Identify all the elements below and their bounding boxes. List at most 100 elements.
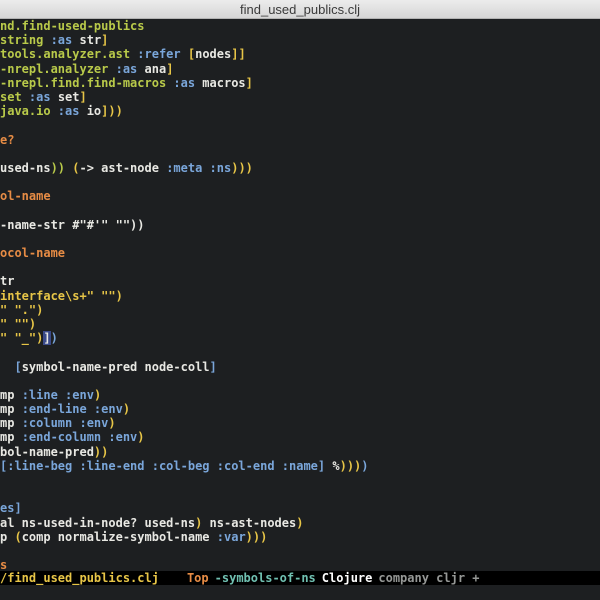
minibuffer[interactable] (0, 585, 600, 600)
code-line: " "_")]) (0, 331, 600, 346)
code-editor[interactable]: nd.find-used-publics string :as str] tools… (0, 19, 600, 571)
code-token: ) (108, 416, 116, 431)
code-token: tools.analyzer.ast (0, 47, 138, 62)
code-token: :refer (137, 47, 181, 62)
code-token: )) (50, 160, 66, 175)
code-token: str (72, 33, 102, 48)
code-token: nodes (195, 47, 232, 62)
code-line: interface\s+" "") (0, 289, 600, 303)
code-line: mp :end-line :env) (0, 402, 600, 416)
code-token: :as (57, 104, 80, 119)
code-line: e? (0, 133, 600, 147)
code-token: :line :env (21, 387, 94, 402)
code-line: [:line-beg :line-end :col-beg :col-end :… (0, 459, 600, 473)
code-token: mp (0, 430, 22, 445)
code-token: ) (361, 458, 369, 473)
code-token: -name-str #"#'" "")) (0, 217, 145, 232)
code-token: ] (209, 359, 217, 374)
code-token: ) (296, 515, 304, 530)
window-title: find_used_publics.clj (240, 1, 360, 17)
modeline-major-mode[interactable]: Clojure (322, 571, 373, 585)
code-line: -nrepl.find.find-macros :as macros] (0, 76, 600, 90)
code-token: set (0, 89, 29, 104)
code-token: :end-column :env (21, 430, 138, 445)
code-line: mp :column :env) (0, 416, 600, 430)
code-token: :as (173, 75, 196, 90)
code-token: mp (0, 387, 22, 402)
modeline-minor-modes[interactable]: company cljr + (378, 571, 479, 585)
code-token: ) (50, 331, 58, 346)
code-token: % (332, 458, 340, 473)
code-token: ] (79, 89, 87, 104)
code-line: es] (0, 501, 600, 515)
code-token: :as (50, 33, 73, 48)
code-token: ) (122, 402, 131, 417)
code-token: mp (0, 402, 22, 417)
code-token: " ".") (0, 302, 44, 317)
code-line: tools.analyzer.ast :refer [nodes]] (0, 47, 600, 61)
code-token: ] (317, 458, 333, 473)
code-token: string (0, 33, 51, 48)
code-line: [symbol-name-pred node-coll] (0, 360, 600, 374)
code-token: :as (28, 89, 51, 104)
code-token: ) (137, 430, 145, 445)
code-line: mp :line :env) (0, 388, 600, 402)
code-token: al ns-used-in-node? used-ns (0, 515, 196, 530)
code-line: ol-name (0, 189, 600, 203)
code-token: -nrepl.analyzer (0, 61, 116, 76)
code-token: ))) (245, 529, 268, 544)
code-line: java.io :as io])) (0, 104, 600, 118)
code-token: ocol-name (0, 246, 66, 260)
code-token: )) (93, 444, 109, 459)
modeline-function: -symbols-of-ns (214, 571, 316, 585)
code-token: comp normalize-symbol-name (21, 529, 217, 544)
code-line: string :as str] (0, 33, 600, 47)
code-token: mp (0, 416, 22, 431)
code-token: ]] (231, 47, 246, 62)
code-token: es] (0, 501, 22, 516)
code-line: s (0, 558, 600, 571)
code-token: ] (245, 75, 253, 90)
code-token: :line-beg :line-end :col-beg :col-end :n… (7, 458, 318, 473)
code-token: ( (14, 529, 22, 544)
code-line: set :as set] (0, 90, 600, 104)
code-line: " ".") (0, 303, 600, 317)
mode-line: /find_used_publics.clj Top -symbols-of-n… (0, 571, 600, 585)
code-line: used-ns)) (-> ast-node :meta :ns))) (0, 161, 600, 175)
code-token: -> ast-node (79, 160, 167, 175)
code-token: [ (180, 47, 196, 62)
code-token: :as (115, 61, 138, 76)
code-token: [ (0, 359, 22, 374)
code-token: :end-line :env (21, 402, 123, 417)
code-token: set (50, 89, 80, 104)
code-token: ))) (231, 160, 253, 175)
code-token: -nrepl.find.find-macros (0, 75, 174, 90)
code-line: p (comp normalize-symbol-name :var))) (0, 530, 600, 544)
code-token: :meta :ns (166, 160, 232, 175)
code-token: bol-name-pred (0, 444, 94, 459)
code-line: nd.find-used-publics (0, 19, 600, 33)
code-token: used-ns (0, 160, 51, 175)
code-token: interface\s+" "") (0, 288, 123, 303)
code-token: ( (65, 160, 80, 175)
code-token: :column :env (21, 416, 109, 431)
code-token: " "_") (0, 331, 44, 346)
window-titlebar[interactable]: find_used_publics.clj (0, 0, 600, 19)
code-line: bol-name-pred)) (0, 445, 600, 459)
code-token: ))) (339, 458, 362, 473)
code-token: ] (166, 61, 174, 76)
code-line: -name-str #"#'" "")) (0, 218, 600, 232)
code-token: io (79, 104, 102, 119)
modeline-filename[interactable]: /find_used_publics.clj (0, 571, 159, 585)
code-token: p (0, 529, 15, 544)
